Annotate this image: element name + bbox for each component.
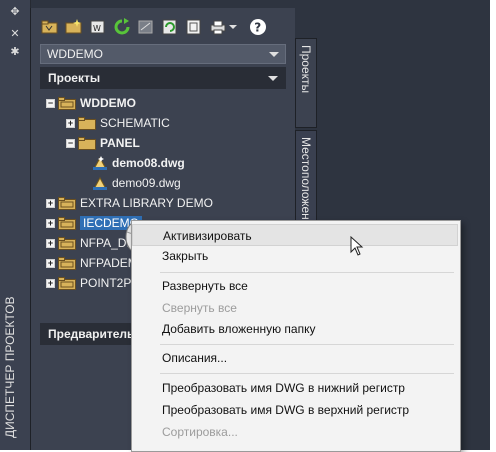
folder-icon: [58, 256, 76, 270]
drawing-icon: [92, 155, 108, 171]
project-select-value: WDDEMO: [47, 47, 103, 61]
collapse-icon[interactable]: −: [46, 98, 55, 108]
menu-item-close[interactable]: Закрыть: [132, 245, 458, 267]
context-menu: Активизировать Закрыть Развернуть все Св…: [131, 220, 461, 452]
expand-icon[interactable]: +: [46, 258, 55, 268]
menu-item-descriptions[interactable]: Описания...: [132, 347, 458, 369]
print-icon[interactable]: [209, 18, 227, 36]
menu-item-lowercase-dwg[interactable]: Преобразовать имя DWG в нижний регистр: [132, 377, 458, 399]
new-drawing-icon[interactable]: W: [89, 18, 107, 36]
folder-icon: [58, 196, 76, 210]
tree-label: WDDEMO: [80, 96, 136, 110]
folder-icon: [78, 136, 96, 150]
tree-label: SCHEMATIC: [100, 116, 170, 130]
menu-separator: [160, 373, 454, 374]
expand-icon[interactable]: +: [46, 278, 55, 288]
close-icon[interactable]: ✕: [9, 28, 21, 40]
menu-separator: [160, 272, 454, 273]
expand-icon[interactable]: +: [46, 238, 55, 248]
tab-projects-label: Проекты: [299, 45, 313, 94]
chevron-down-icon: [268, 76, 278, 81]
svg-text:?: ?: [254, 21, 261, 35]
menu-item-collapse-all: Свернуть все: [162, 301, 237, 315]
expand-icon[interactable]: +: [46, 218, 55, 228]
tab-location-label: Местоположение: [299, 137, 313, 234]
menu-item-sort: Сортировка...: [162, 425, 238, 439]
tree-label: PANEL: [100, 136, 140, 150]
chevron-down-icon: [269, 52, 279, 57]
tree-node-extra-library-demo[interactable]: + EXTRA LIBRARY DEMO: [46, 194, 213, 212]
menu-item-activate[interactable]: Активизировать: [132, 224, 458, 246]
tree-label: demo09.dwg: [112, 176, 181, 190]
collapse-icon[interactable]: −: [66, 138, 75, 148]
publish-icon[interactable]: [185, 18, 203, 36]
tree-node-panel[interactable]: − PANEL: [66, 134, 140, 152]
toolbar: W ?: [41, 16, 291, 40]
tree-node-demo09[interactable]: demo09.dwg: [92, 174, 181, 192]
folder-icon: [58, 96, 76, 110]
folder-icon: [58, 216, 76, 230]
palette-title-strip: ✥ ✕ ✱ ДИСПЕТЧЕР ПРОЕКТОВ: [0, 0, 31, 450]
tab-projects[interactable]: Проекты: [295, 38, 317, 128]
project-tasks-icon[interactable]: [137, 18, 155, 36]
menu-separator: [160, 344, 454, 345]
projects-section-header[interactable]: Проекты: [40, 67, 286, 89]
new-project-icon[interactable]: [65, 18, 83, 36]
project-select[interactable]: WDDEMO: [40, 44, 286, 64]
drawing-icon: [92, 175, 108, 191]
svg-text:W: W: [93, 24, 101, 33]
menu-item-uppercase-dwg[interactable]: Преобразовать имя DWG в верхний регистр: [132, 399, 458, 421]
expand-icon[interactable]: +: [66, 118, 75, 128]
settings-icon[interactable]: ✱: [9, 46, 21, 58]
expand-icon[interactable]: +: [46, 198, 55, 208]
palette-title: ДИСПЕТЧЕР ПРОЕКТОВ: [3, 296, 17, 438]
tree-label: demo08.dwg: [112, 156, 185, 170]
update-icon[interactable]: [161, 18, 179, 36]
open-project-icon[interactable]: [41, 18, 59, 36]
print-dropdown-icon[interactable]: [227, 18, 239, 36]
menu-item-add-subfolder[interactable]: Добавить вложенную папку: [132, 318, 458, 340]
folder-icon: [78, 116, 96, 130]
refresh-icon[interactable]: [113, 18, 131, 36]
tree-node-schematic[interactable]: + SCHEMATIC: [66, 114, 170, 132]
tree-label: EXTRA LIBRARY DEMO: [80, 196, 213, 210]
projects-header-label: Проекты: [48, 71, 101, 85]
tree-node-demo08[interactable]: demo08.dwg: [92, 154, 185, 172]
folder-icon: [58, 236, 76, 250]
move-icon[interactable]: ✥: [9, 6, 21, 18]
help-icon[interactable]: ?: [249, 18, 267, 36]
menu-item-expand-all[interactable]: Развернуть все: [132, 275, 458, 297]
mouse-pointer-icon: [350, 235, 364, 256]
project-manager-window: ✥ ✕ ✱ ДИСПЕТЧЕР ПРОЕКТОВ W ? WDDEMO Прое…: [0, 0, 490, 452]
folder-icon: [58, 276, 76, 290]
tree-node-wddemo[interactable]: − WDDEMO: [46, 94, 136, 112]
